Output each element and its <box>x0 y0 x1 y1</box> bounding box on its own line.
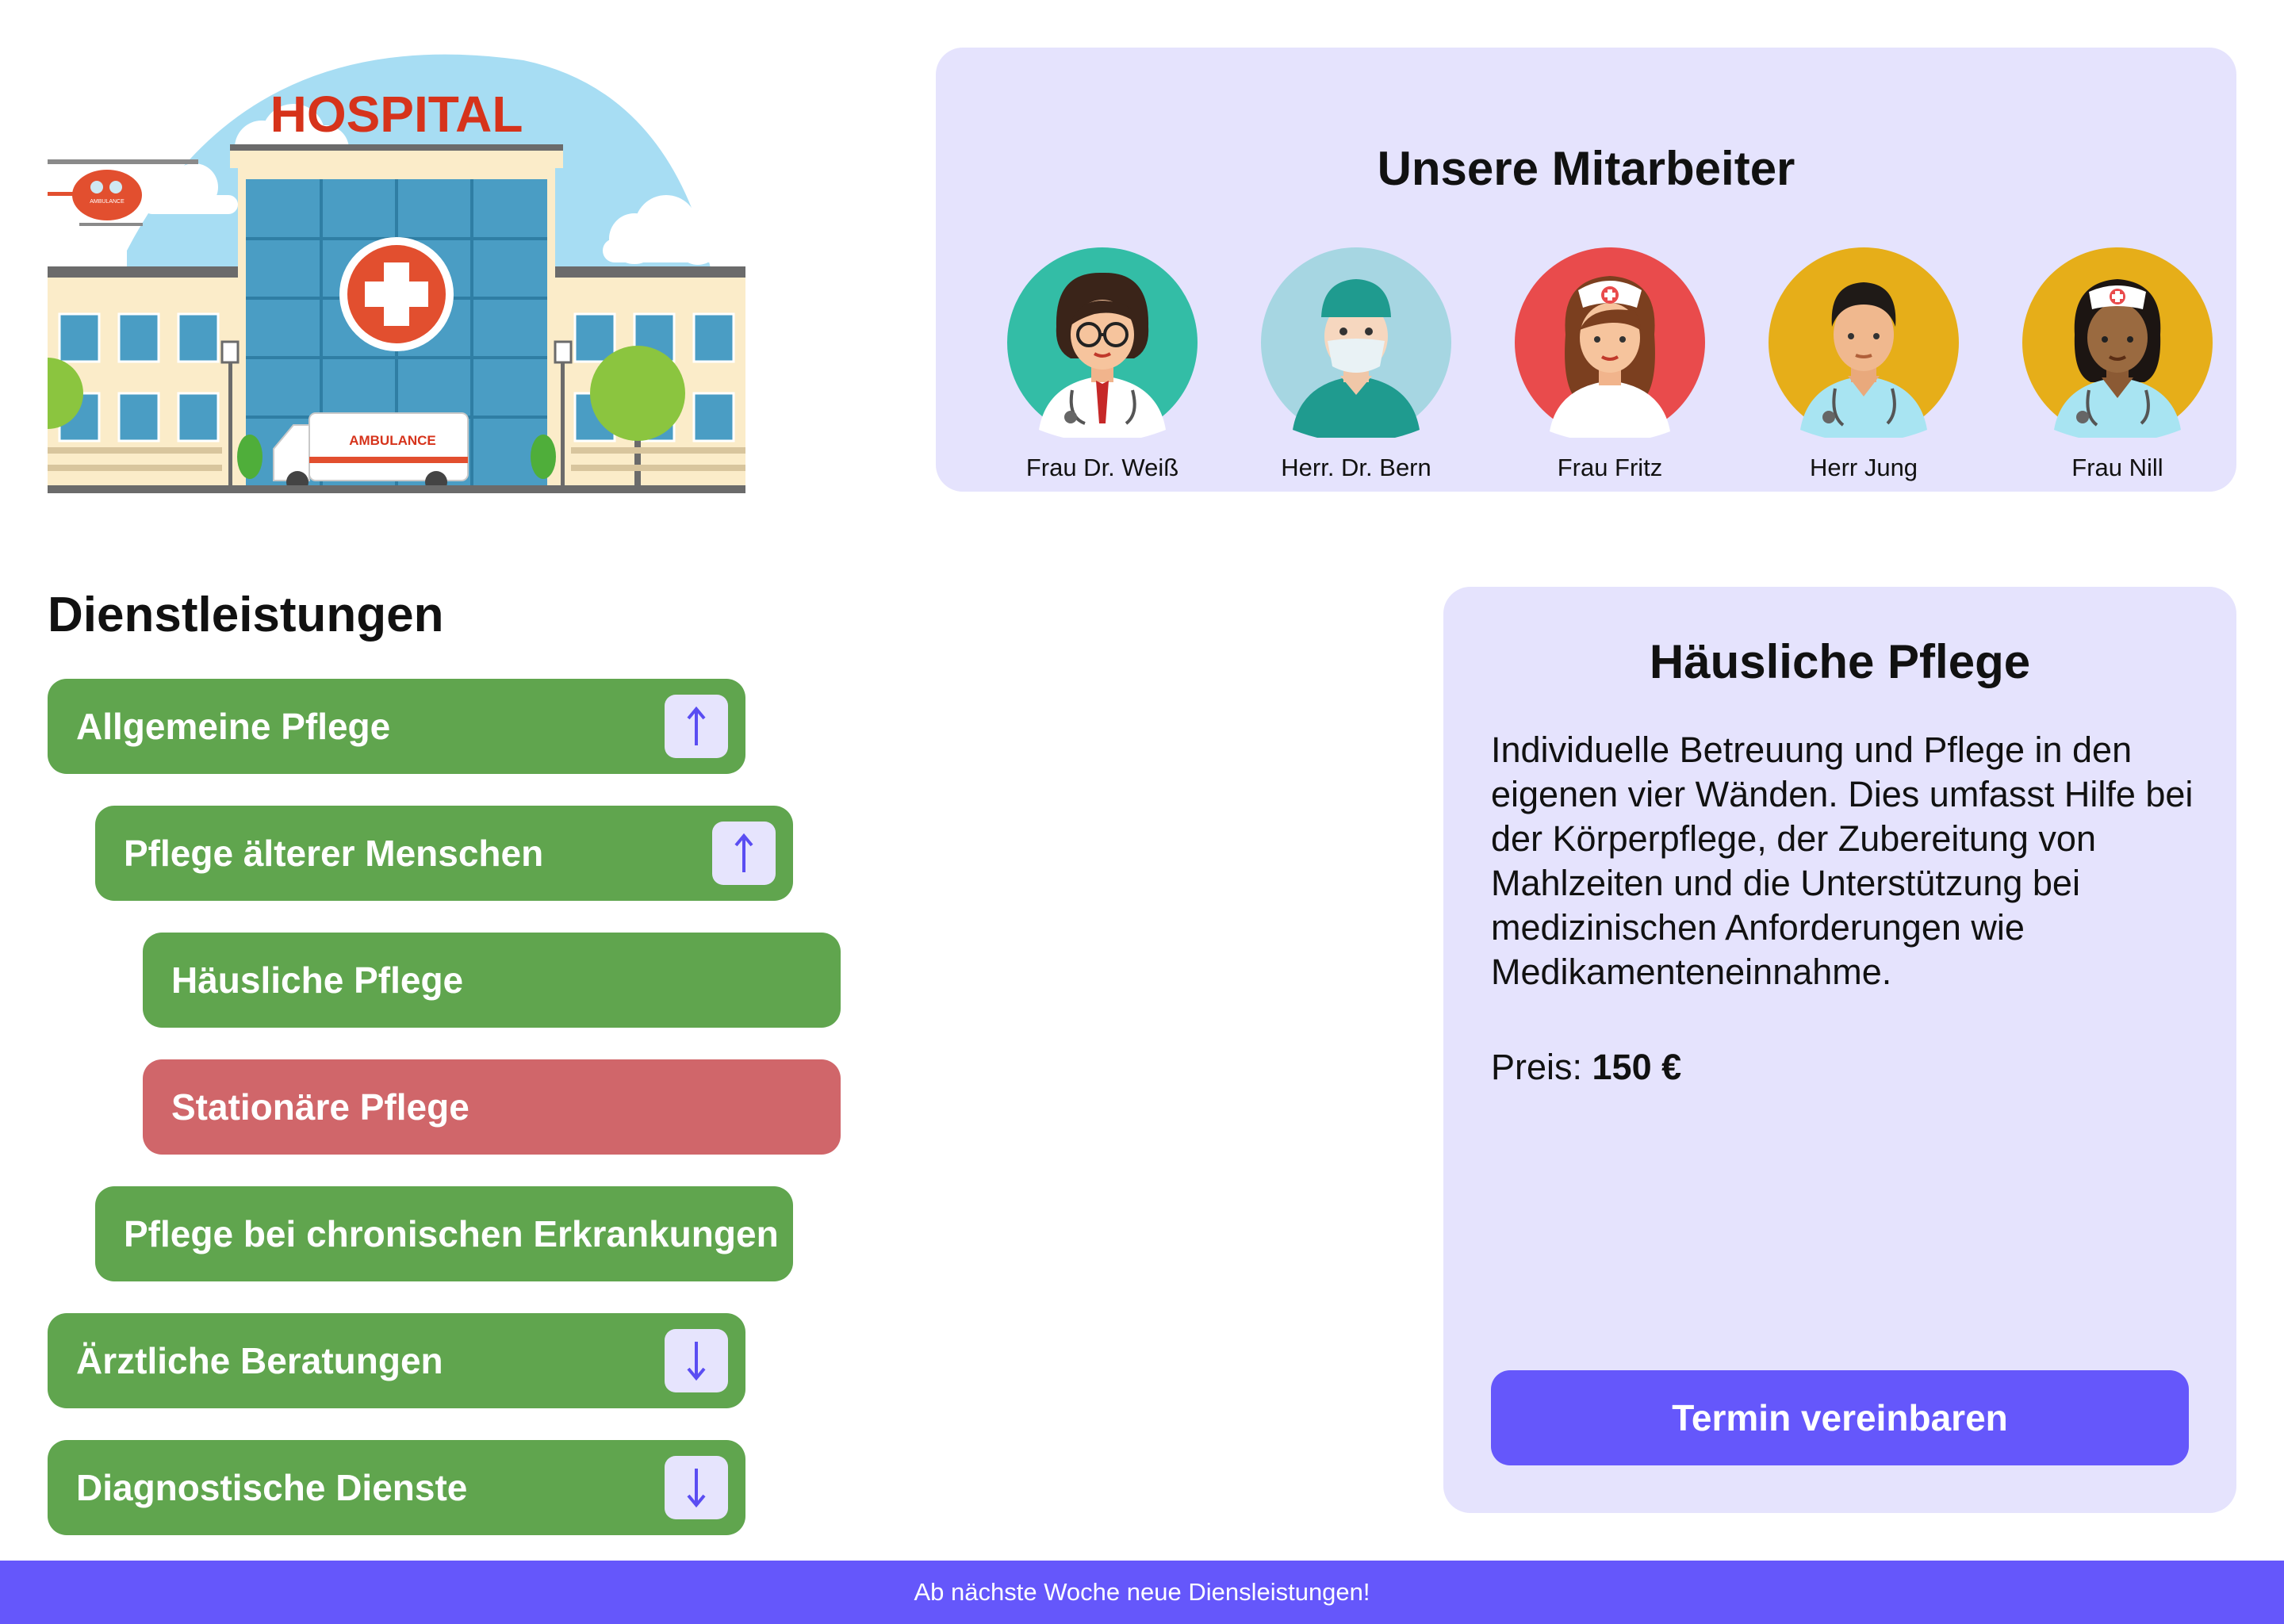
detail-description: Individuelle Betreuung und Pflege in den… <box>1491 730 2194 992</box>
female-nurse-icon <box>2022 247 2213 438</box>
price-value: 150 € <box>1592 1047 1682 1087</box>
service-pflege-aelterer-menschen[interactable]: Pflege älterer Menschen <box>95 806 793 901</box>
staff-name: Frau Dr. Weiß <box>1025 454 1179 481</box>
price-label: Preis: <box>1491 1047 1592 1087</box>
service-aerztliche-beratungen[interactable]: Ärztliche Beratungen <box>48 1313 745 1408</box>
service-label: Allgemeine Pflege <box>76 706 391 747</box>
expand-button[interactable] <box>665 1456 728 1519</box>
service-label: Diagnostische Dienste <box>76 1467 468 1508</box>
arrow-down-icon <box>687 1342 706 1381</box>
arrow-down-icon <box>687 1469 706 1508</box>
arrow-up-icon <box>734 833 753 872</box>
service-label: Häusliche Pflege <box>171 959 464 1001</box>
service-diagnostische-dienste[interactable]: Diagnostische Dienste <box>48 1440 745 1535</box>
collapse-button[interactable] <box>712 822 776 885</box>
detail-title: Häusliche Pflege <box>1649 635 2031 688</box>
ambulance-label: AMBULANCE <box>349 433 436 448</box>
arrow-up-icon <box>687 706 706 745</box>
surgeon-icon <box>1261 247 1451 438</box>
staff-name: Herr Jung <box>1809 454 1918 481</box>
female-doctor-icon <box>1007 247 1198 438</box>
book-appointment-button[interactable]: Termin vereinbaren <box>1491 1370 2189 1465</box>
hospital-illustration: AMBULANCE HOSPITAL AMBULANCE <box>48 54 745 493</box>
service-detail-card: Häusliche Pflege Individuelle Betreuung … <box>1443 587 2236 1513</box>
collapse-button[interactable] <box>665 695 728 758</box>
staff-name: Frau Fritz <box>1557 454 1663 481</box>
detail-price: Preis: 150 € <box>1491 1047 1681 1088</box>
staff-list: Frau Dr. Weiß Herr. Dr. Bern Frau Fritz … <box>936 198 2236 481</box>
staff-member-jung[interactable]: Herr Jung <box>1737 198 1991 482</box>
staff-member-weiss[interactable]: Frau Dr. Weiß <box>975 198 1229 482</box>
staff-member-nill[interactable]: Frau Nill <box>1991 198 2244 482</box>
services-title: Dienstleistungen <box>48 588 444 642</box>
service-label: Pflege älterer Menschen <box>124 833 544 874</box>
service-label: Stationäre Pflege <box>171 1086 469 1128</box>
service-stationaere-pflege[interactable]: Stationäre Pflege <box>143 1059 841 1155</box>
service-chronische-erkrankungen[interactable]: Pflege bei chronischen Erkrankungen <box>95 1186 793 1281</box>
service-allgemeine-pflege[interactable]: Allgemeine Pflege <box>48 679 745 774</box>
service-haeusliche-pflege[interactable]: Häusliche Pflege <box>143 933 841 1028</box>
expand-button[interactable] <box>665 1329 728 1392</box>
hospital-sign: HOSPITAL <box>270 86 523 143</box>
staff-title: Unsere Mitarbeiter <box>1377 142 1795 195</box>
staff-card: Unsere Mitarbeiter Frau Dr. Weiß Herr. D… <box>936 48 2236 492</box>
helicopter-label: AMBULANCE <box>90 199 125 205</box>
staff-member-bern[interactable]: Herr. Dr. Bern <box>1229 198 1483 482</box>
service-label: Ärztliche Beratungen <box>76 1340 443 1381</box>
service-label: Pflege bei chronischen Erkrankungen <box>124 1213 779 1254</box>
staff-name: Herr. Dr. Bern <box>1281 454 1431 481</box>
male-nurse-icon <box>1769 247 1959 438</box>
staff-member-fritz[interactable]: Frau Fritz <box>1483 198 1737 482</box>
footer-banner: Ab nächste Woche neue Diensleistungen! <box>0 1561 2284 1624</box>
female-nurse-icon <box>1515 247 1705 438</box>
staff-name: Frau Nill <box>2071 454 2163 481</box>
